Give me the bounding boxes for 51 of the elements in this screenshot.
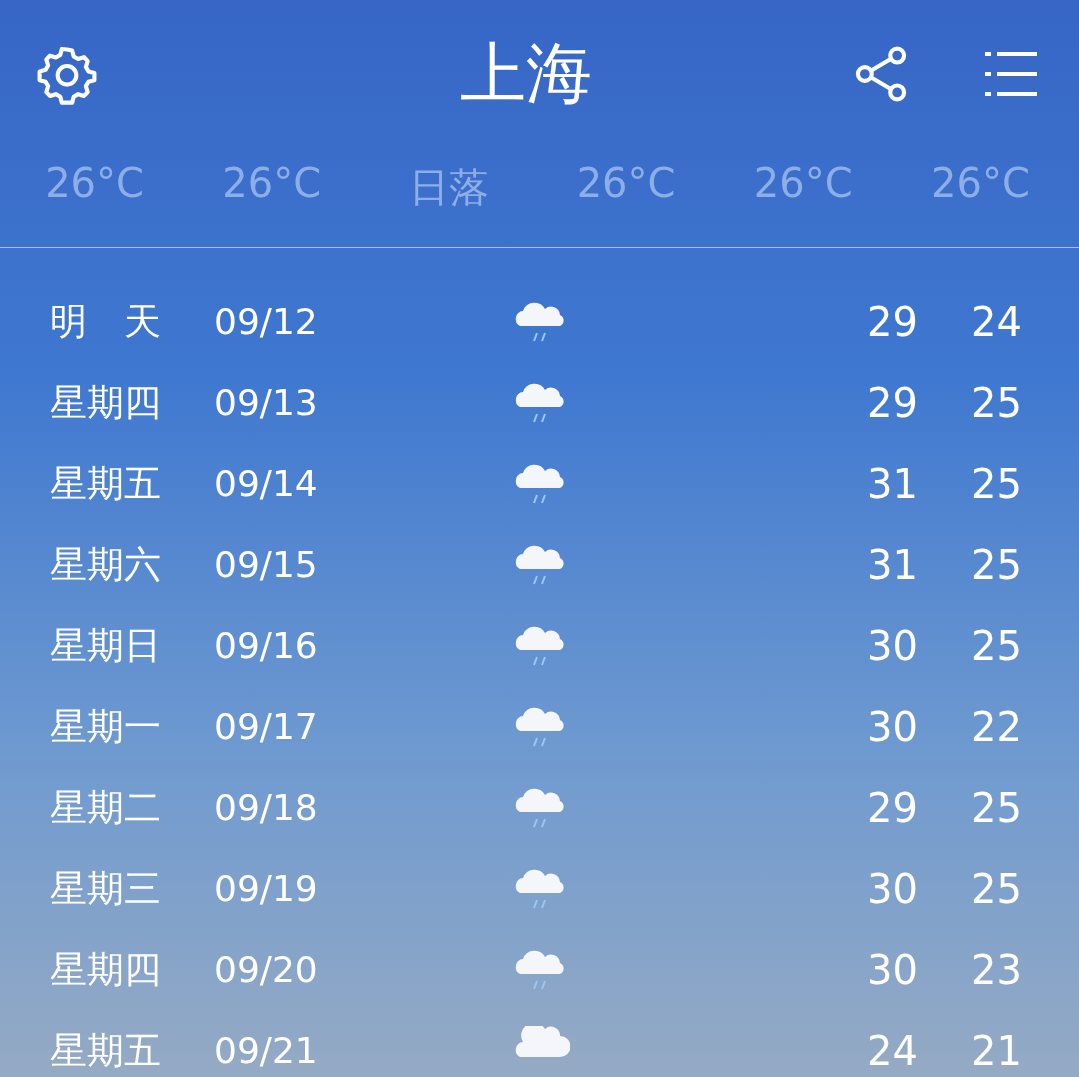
high-temperature: 31 [867, 541, 918, 588]
date-label: 09/17 [214, 706, 318, 747]
low-temperature: 25 [971, 460, 1022, 507]
high-temperature: 30 [867, 622, 918, 669]
share-button[interactable] [853, 44, 909, 104]
date-label: 09/20 [214, 949, 318, 990]
hourly-temperature: 26°C [753, 160, 853, 208]
day-label: 星期五 [50, 460, 161, 507]
hourly-temperature: 26°C [931, 160, 1030, 208]
day-label: 星期五 [50, 1027, 161, 1074]
low-temperature: 21 [971, 1027, 1022, 1074]
date-label: 09/16 [214, 625, 318, 666]
hourly-temperature: 26°C [576, 160, 676, 208]
high-temperature: 30 [867, 946, 918, 993]
date-label: 09/15 [214, 544, 318, 585]
date-label: 09/14 [214, 463, 318, 504]
day-label: 星期二 [50, 784, 161, 831]
hourly-temperature: 日落 [408, 163, 489, 212]
high-temperature: 29 [867, 298, 918, 345]
date-label: 09/13 [214, 382, 318, 423]
share-icon [853, 44, 909, 104]
city-title: 上海 [458, 34, 593, 114]
hourly-temperature: 26°C [222, 160, 322, 208]
date-label: 09/19 [214, 868, 318, 909]
low-temperature: 25 [971, 541, 1022, 588]
day-label: 星期一 [50, 703, 161, 750]
day-label: 星期四 [50, 946, 161, 993]
high-temperature: 29 [867, 784, 918, 831]
day-label: 星期四 [50, 379, 161, 426]
day-label: 星期日 [50, 622, 161, 669]
high-temperature: 24 [867, 1027, 918, 1074]
low-temperature: 22 [971, 703, 1022, 750]
day-label: 明 天 [50, 298, 161, 345]
hourly-temperature: 26°C [45, 160, 144, 208]
menu-icon [983, 49, 1039, 99]
high-temperature: 30 [867, 703, 918, 750]
day-label: 星期六 [50, 541, 161, 588]
day-label: 星期三 [50, 865, 161, 912]
low-temperature: 25 [971, 784, 1022, 831]
high-temperature: 30 [867, 865, 918, 912]
low-temperature: 23 [971, 946, 1022, 993]
date-label: 09/12 [214, 301, 318, 342]
high-temperature: 29 [867, 379, 918, 426]
date-label: 09/21 [214, 1030, 318, 1071]
low-temperature: 25 [971, 622, 1022, 669]
low-temperature: 25 [971, 379, 1022, 426]
date-label: 09/18 [214, 787, 318, 828]
low-temperature: 25 [971, 865, 1022, 912]
menu-button[interactable] [983, 49, 1039, 99]
high-temperature: 31 [867, 460, 918, 507]
low-temperature: 24 [971, 298, 1022, 345]
